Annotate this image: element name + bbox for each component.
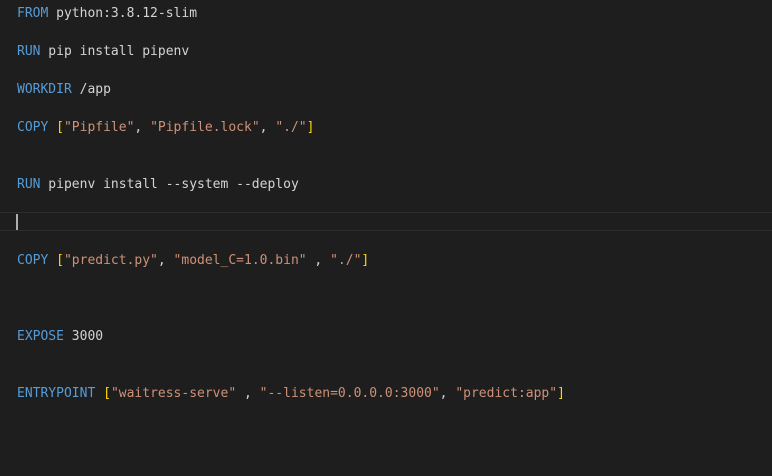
run-command: pip install pipenv: [40, 44, 190, 59]
bracket-open: [: [103, 386, 111, 401]
code-line-run-pip[interactable]: RUN pip install pipenv: [0, 42, 772, 61]
string-literal: "waitress-serve": [110, 386, 237, 401]
code-line-copy-predict[interactable]: COPY ["predict.py", "model_C=1.0.bin" , …: [0, 251, 772, 270]
code-line-entrypoint[interactable]: ENTRYPOINT ["waitress-serve" , "--listen…: [0, 384, 772, 403]
base-image-value: python:3.8.12-slim: [48, 6, 198, 21]
current-line[interactable]: [0, 212, 772, 231]
keyword-copy: COPY: [17, 253, 49, 268]
keyword-run: RUN: [17, 177, 41, 192]
bracket-open: [: [56, 120, 64, 135]
keyword-run: RUN: [17, 44, 41, 59]
keyword-from: FROM: [17, 6, 49, 21]
keyword-expose: EXPOSE: [17, 329, 64, 344]
string-literal: "./": [330, 253, 362, 268]
separator: ,: [439, 386, 456, 401]
code-line-expose[interactable]: EXPOSE 3000: [0, 327, 772, 346]
string-literal: "Pipfile": [63, 120, 135, 135]
string-literal: "Pipfile.lock": [150, 120, 260, 135]
string-literal: "predict.py": [63, 253, 158, 268]
text-cursor: [16, 213, 18, 230]
keyword-copy: COPY: [17, 120, 49, 135]
bracket-close: ]: [306, 120, 315, 135]
code-editor[interactable]: FROM python:3.8.12-slim RUN pip install …: [0, 0, 772, 476]
separator: ,: [306, 253, 331, 268]
separator: ,: [134, 120, 151, 135]
run-command: pipenv install --system --deploy: [40, 177, 299, 192]
keyword-workdir: WORKDIR: [17, 82, 72, 97]
bracket-close: ]: [361, 253, 370, 268]
separator: ,: [236, 386, 260, 401]
code-line-copy-pipfile[interactable]: COPY ["Pipfile", "Pipfile.lock", "./"]: [0, 118, 772, 137]
string-literal: "predict:app": [455, 386, 558, 401]
bracket-close: ]: [557, 386, 565, 401]
string-literal: "./": [275, 120, 307, 135]
separator: ,: [157, 253, 174, 268]
code-line-run-pipenv[interactable]: RUN pipenv install --system --deploy: [0, 175, 772, 194]
port-number: 3000: [71, 329, 104, 344]
separator: ,: [259, 120, 276, 135]
code-line-workdir[interactable]: WORKDIR /app: [0, 80, 772, 99]
string-literal: "model_C=1.0.bin": [173, 253, 307, 268]
string-literal: "--listen=0.0.0.0:3000": [259, 386, 440, 401]
code-line-from[interactable]: FROM python:3.8.12-slim: [0, 4, 772, 23]
workdir-value: /app: [71, 82, 111, 97]
bracket-open: [: [56, 253, 64, 268]
keyword-entrypoint: ENTRYPOINT: [17, 386, 96, 401]
